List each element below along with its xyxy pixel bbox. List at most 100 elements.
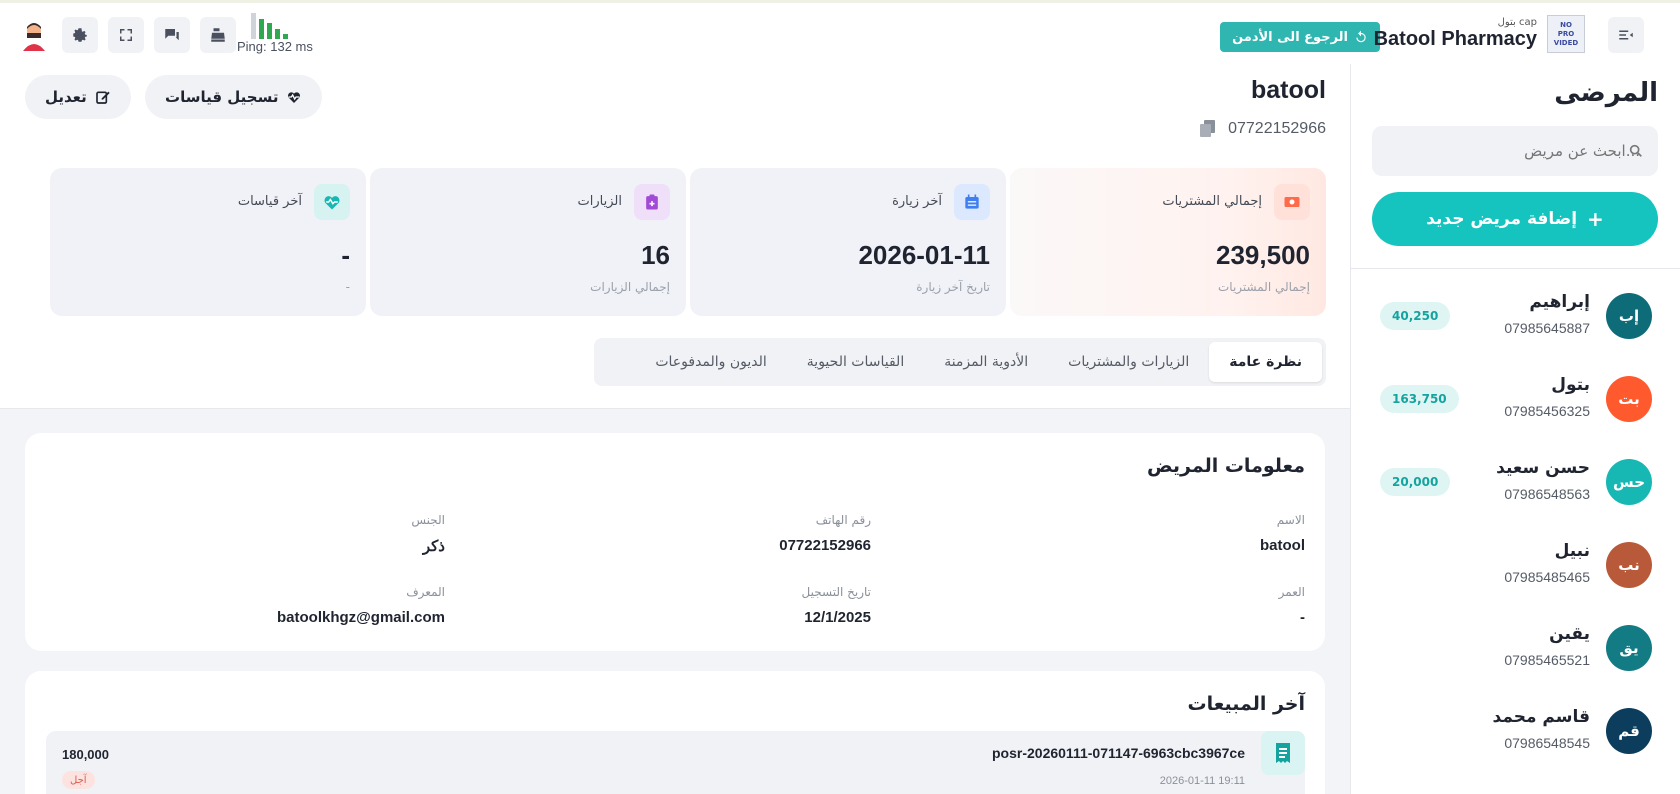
info-field-label: الجنس: [411, 513, 445, 527]
stat-card: الزيارات 16 إجمالي الزيارات: [370, 168, 686, 316]
info-field-value: 07722152966: [779, 537, 871, 554]
info-field-label: تاريخ التسجيل: [801, 585, 871, 599]
tab-item[interactable]: الأدوية المزمنة: [924, 342, 1048, 382]
stat-subtitle: إجمالي المشتريات: [1218, 280, 1310, 294]
chat-button[interactable]: [154, 17, 190, 53]
patient-avatar: نب: [1606, 542, 1652, 588]
record-measurements-button[interactable]: تسجيل قياسات: [145, 75, 323, 119]
stat-subtitle: -: [345, 280, 350, 294]
stat-value: 16: [641, 240, 670, 270]
avatar-icon: [23, 23, 45, 51]
patient-list-item[interactable]: حس حسن سعيد 07986548563 20,000: [1350, 450, 1680, 533]
brand-text: بتول cap Batool Pharmacy: [1374, 17, 1537, 51]
receipt-icon: [1261, 731, 1305, 775]
undo-icon: [1356, 30, 1366, 43]
patient-list: إب إبراهيم 07985645887 40,250 بت بتول 07985456…: [1350, 284, 1680, 782]
add-patient-button[interactable]: إضافة مريض جديد +: [1372, 192, 1658, 246]
info-field-value: 12/1/2025: [804, 609, 871, 626]
patient-info-card: معلومات المريض الاسم batool رقم الهاتف 0772…: [25, 433, 1325, 651]
patient-avatar: يق: [1606, 625, 1652, 671]
stat-card: آخر قياسات - -: [50, 168, 366, 316]
settings-button[interactable]: [62, 17, 98, 53]
money-icon: [1274, 184, 1310, 220]
edit-label: تعديل: [45, 88, 87, 106]
stat-label: الزيارات: [577, 194, 622, 209]
settings-icon: [73, 28, 87, 42]
patient-phone: 07722152966: [1228, 120, 1326, 137]
heart-pulse-icon: [288, 92, 301, 103]
signal-icon: [251, 11, 327, 39]
ping-indicator: Ping: 132 ms: [237, 11, 327, 54]
patient-search-input[interactable]: [1372, 126, 1658, 176]
edit-button[interactable]: تعديل: [25, 75, 131, 119]
patient-list-phone: 07985465521: [1504, 652, 1590, 668]
tab-item[interactable]: الديون والمدفوعات: [635, 342, 786, 382]
patient-tabs: نظرة عامة الزيارات والمشتريات الأدوية المز…: [594, 338, 1326, 386]
stat-value: 239,500: [1216, 240, 1310, 270]
patient-list-item[interactable]: إب إبراهيم 07985645887 40,250: [1350, 284, 1680, 367]
chat-icon: [165, 29, 179, 41]
tab-item[interactable]: الزيارات والمشتريات: [1048, 342, 1209, 382]
patient-list-name: نبيل: [1554, 541, 1590, 561]
stat-value: 2026-01-11: [858, 240, 990, 270]
stat-label: إجمالي المشتريات: [1162, 194, 1262, 209]
brand-logo: NO PRO VIDED: [1547, 15, 1585, 53]
patient-list-name: يقين: [1549, 624, 1590, 644]
copy-icon[interactable]: [1200, 120, 1216, 138]
edit-icon: [95, 91, 110, 104]
sale-amount: 180,000: [62, 747, 109, 762]
patient-list-phone: 07985456325: [1504, 403, 1590, 419]
patient-list-item[interactable]: يق يقين 07985465521: [1350, 616, 1680, 699]
patient-list-item[interactable]: قم قاسم محمد 07986548545: [1350, 699, 1680, 782]
menu-collapse-icon: [1619, 30, 1633, 40]
clipboard-icon: [634, 184, 670, 220]
patient-list-phone: 07986548563: [1504, 486, 1590, 502]
stat-label: آخر قياسات: [237, 194, 302, 209]
info-field-label: رقم الهاتف: [815, 513, 871, 527]
sale-reference: posr-20260111-071147-6963cbc3967ce: [992, 745, 1245, 761]
menu-collapse-button[interactable]: [1608, 17, 1644, 53]
info-field-label: العمر: [1278, 585, 1305, 599]
info-field-value: batool: [1260, 537, 1305, 554]
stat-card: إجمالي المشتريات 239,500 إجمالي المشتريات: [1010, 168, 1326, 316]
patient-phone-row: 07722152966: [1200, 120, 1326, 138]
patient-info-title: معلومات المريض: [1146, 455, 1305, 477]
patient-list-phone: 07985485465: [1504, 569, 1590, 585]
calendar-icon: [954, 184, 990, 220]
patient-balance-badge: 40,250: [1380, 302, 1451, 330]
info-field-value: batoolkhgz@gmail.com: [277, 609, 445, 626]
tab-item[interactable]: نظرة عامة: [1209, 342, 1322, 382]
patient-list-item[interactable]: نب نبيل 07985485465: [1350, 533, 1680, 616]
recent-sales-title: آخر المبيعات: [1187, 693, 1306, 715]
toolbar-left: [16, 17, 236, 53]
brand-sub: بتول cap: [1497, 17, 1537, 28]
stat-card: آخر زيارة 2026-01-11 تاريخ آخر زيارة: [690, 168, 1006, 316]
fullscreen-button[interactable]: [108, 17, 144, 53]
avatar[interactable]: [16, 17, 52, 53]
patient-list-item[interactable]: بت بتول 07985456325 163,750: [1350, 367, 1680, 450]
patient-balance-badge: 20,000: [1380, 468, 1451, 496]
info-field-value: -: [1300, 609, 1305, 626]
cash-register-button[interactable]: [200, 17, 236, 53]
tab-item[interactable]: القياسات الحيوية: [787, 342, 924, 382]
brand-name: Batool Pharmacy: [1373, 28, 1537, 50]
patient-avatar: إب: [1606, 293, 1652, 339]
patient-avatar: بت: [1606, 376, 1652, 422]
plus-icon: +: [1587, 207, 1604, 231]
fullscreen-icon: [120, 29, 132, 41]
stat-subtitle: تاريخ آخر زيارة: [916, 280, 990, 294]
stat-label: آخر زيارة: [892, 194, 942, 209]
patient-balance-badge: 163,750: [1380, 385, 1459, 413]
admin-back-label: الرجوع الى الأدمن: [1232, 29, 1348, 45]
patient-list-name: قاسم محمد: [1492, 707, 1590, 727]
info-field-value: ذكر: [422, 538, 445, 555]
top-bar: Ping: 132 ms الرجوع الى الأدمن بتول cap …: [0, 0, 1680, 64]
admin-back-button[interactable]: الرجوع الى الأدمن: [1220, 22, 1380, 52]
sidebar-title: المرضى: [1554, 78, 1658, 108]
sale-row[interactable]: posr-20260111-071147-6963cbc3967ce 2026-…: [46, 731, 1305, 794]
patient-list-name: حسن سعيد: [1496, 458, 1590, 478]
patient-list-phone: 07985645887: [1504, 320, 1590, 336]
search-icon: [1629, 144, 1642, 157]
info-field-label: المعرف: [406, 585, 445, 599]
add-patient-label: إضافة مريض جديد: [1426, 209, 1578, 229]
